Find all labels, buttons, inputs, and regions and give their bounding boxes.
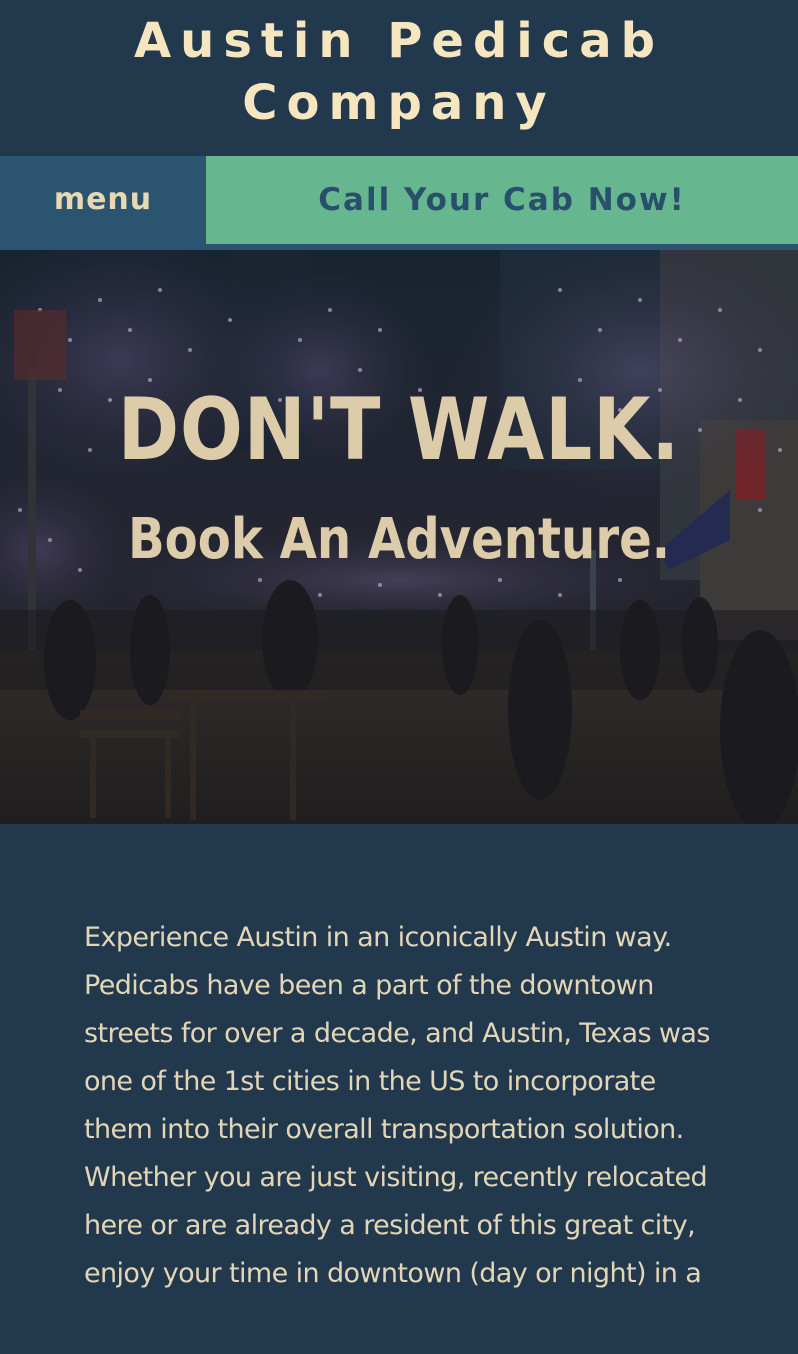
hero-headline: DON'T WALK.	[117, 380, 681, 480]
hero-subline: Book An Adventure.	[127, 507, 671, 572]
site-title[interactable]: Austin Pedicab Company	[100, 10, 698, 134]
call-cab-button[interactable]: Call Your Cab Now!	[206, 156, 798, 244]
hero-banner: DON'T WALK. Book An Adventure.	[0, 250, 798, 824]
nav-bar: menu Call Your Cab Now!	[0, 156, 798, 250]
intro-paragraph: Experience Austin in an iconically Austi…	[84, 922, 710, 1289]
site-header: Austin Pedicab Company	[0, 0, 798, 156]
menu-button[interactable]: menu	[0, 156, 206, 244]
